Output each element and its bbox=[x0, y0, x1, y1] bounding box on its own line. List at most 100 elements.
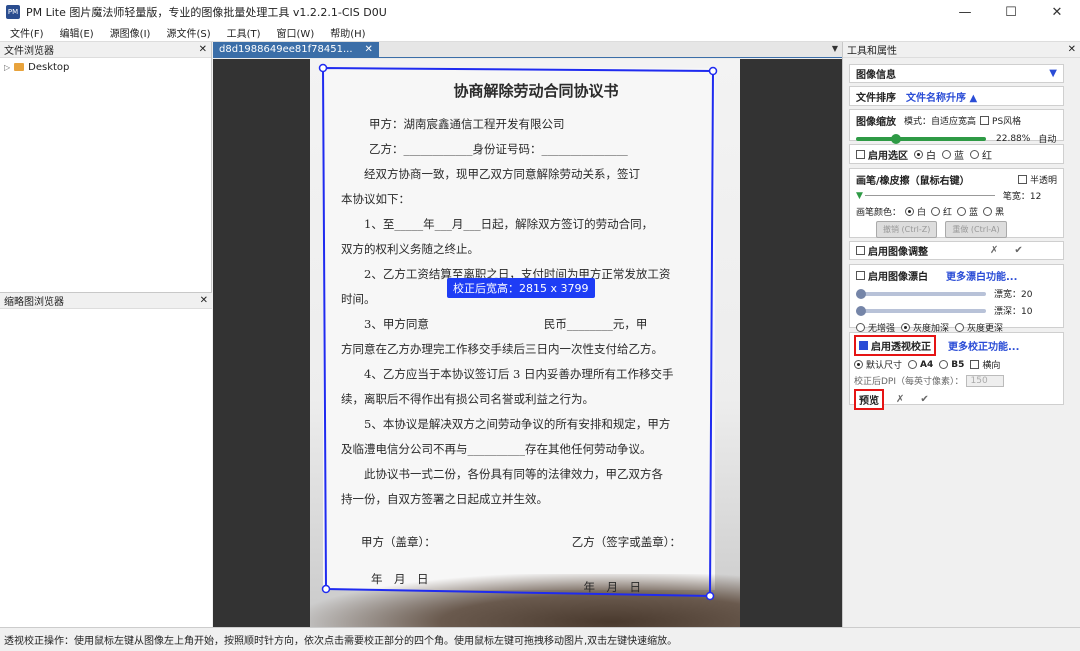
tab-menu-icon[interactable]: ▼ bbox=[832, 44, 838, 53]
brush-white-label: 白 bbox=[917, 208, 927, 218]
semi-transparent-label: 半透明 bbox=[1029, 176, 1057, 186]
menu-source-image[interactable]: 源图像(I) bbox=[110, 25, 151, 40]
enable-adjust-checkbox[interactable] bbox=[856, 246, 865, 255]
app-logo-icon: PM bbox=[6, 5, 20, 19]
adjust-cancel-icon[interactable]: ✗ bbox=[990, 245, 998, 256]
selection-blue-radio[interactable] bbox=[942, 149, 951, 159]
enable-whiten-checkbox[interactable] bbox=[856, 271, 865, 280]
ps-style-checkbox[interactable] bbox=[980, 116, 990, 125]
thumbnail-browser-close-icon[interactable]: ✕ bbox=[200, 295, 208, 306]
zoom-mode[interactable]: 模式：自适应宽高 bbox=[904, 114, 976, 127]
dpi-input[interactable]: 150 bbox=[965, 374, 1004, 387]
more-correction-link[interactable]: 更多校正功能... bbox=[948, 338, 1019, 353]
tools-panel: 工具和属性 ✕ 图像信息 ▼ 文件排序 文件名称升序 ▲ 图像缩放 模式：自适应… bbox=[842, 42, 1080, 627]
status-bar: 透视校正操作：使用鼠标左键从图像左上角开始，按照顺时针方向，依次点击需要校正部分… bbox=[0, 627, 1080, 651]
sort-dropdown[interactable]: 文件名称升序 ▲ bbox=[906, 89, 977, 104]
enable-perspective-label: 启用透视校正 bbox=[871, 342, 931, 353]
undo-button[interactable]: 撤销 (Ctrl-Z) bbox=[876, 221, 938, 238]
corner-handle-top-left bbox=[318, 63, 328, 73]
selection-red-label: 红 bbox=[982, 150, 992, 162]
image-info-label: 图像信息 bbox=[856, 70, 896, 81]
corner-handle-bottom-right bbox=[705, 591, 715, 601]
landscape-checkbox[interactable] bbox=[970, 360, 980, 369]
minimize-button[interactable]: — bbox=[942, 0, 988, 24]
image-canvas[interactable]: 协商解除劳动合同协议书 甲方：湖南宸鑫通信工程开发有限公司 乙方：_______… bbox=[213, 59, 842, 627]
corrected-size-label: 校正后宽高：2815 x 3799 bbox=[447, 278, 595, 298]
menu-file[interactable]: 文件(F) bbox=[10, 25, 44, 40]
image-tab-label: d8d1988649ee81f78451... bbox=[219, 44, 353, 55]
default-size-radio[interactable] bbox=[854, 360, 863, 369]
image-tab-bar: d8d1988649ee81f78451... ✕ ▼ bbox=[213, 42, 842, 58]
whiten-width-knob[interactable] bbox=[856, 288, 866, 299]
perspective-cancel-icon[interactable]: ✗ bbox=[896, 394, 904, 405]
menu-source-file[interactable]: 源文件(S) bbox=[166, 25, 210, 40]
brush-black-radio[interactable] bbox=[983, 207, 993, 216]
brush-black-label: 黑 bbox=[995, 208, 1005, 218]
b5-radio[interactable] bbox=[939, 360, 949, 369]
perspective-selection[interactable] bbox=[213, 59, 842, 627]
brush-blue-label: 蓝 bbox=[969, 208, 979, 218]
maximize-button[interactable]: ☐ bbox=[988, 0, 1034, 24]
window-title: PM Lite 图片魔法师轻量版，专业的图像批量处理工具 v1.2.2.1-CI… bbox=[26, 6, 387, 19]
redo-button[interactable]: 重做 (Ctrl-A) bbox=[945, 221, 1007, 238]
title-bar: PM PM Lite 图片魔法师轻量版，专业的图像批量处理工具 v1.2.2.1… bbox=[0, 0, 1080, 24]
close-window-button[interactable]: ✕ bbox=[1034, 0, 1080, 24]
tools-panel-close-icon[interactable]: ✕ bbox=[1068, 44, 1076, 55]
no-enhance-radio[interactable] bbox=[856, 323, 865, 332]
brush-label: 画笔/橡皮擦（鼠标右键） bbox=[856, 176, 970, 187]
a4-radio[interactable] bbox=[908, 360, 918, 369]
brush-blue-radio[interactable] bbox=[957, 207, 967, 216]
file-browser-close-icon[interactable]: ✕ bbox=[199, 44, 207, 55]
selection-white-label: 白 bbox=[926, 150, 936, 162]
adjust-ok-icon[interactable]: ✔ bbox=[1014, 245, 1022, 256]
brush-width-marker-icon[interactable]: ▼ bbox=[856, 191, 863, 201]
brush-red-radio[interactable] bbox=[931, 207, 941, 216]
tab-close-icon[interactable]: ✕ bbox=[365, 44, 373, 55]
enable-perspective-checkbox[interactable] bbox=[859, 341, 868, 350]
tree-item-label: Desktop bbox=[28, 61, 70, 73]
menu-bar: 文件(F) 编辑(E) 源图像(I) 源文件(S) 工具(T) 窗口(W) 帮助… bbox=[0, 24, 1080, 42]
ps-style-label: PS风格 bbox=[992, 117, 1022, 127]
whiten-width-slider[interactable] bbox=[856, 288, 986, 299]
image-info-section[interactable]: 图像信息 ▼ bbox=[849, 64, 1064, 83]
brush-section: 画笔/橡皮擦（鼠标右键） 半透明 ▼ 笔宽：12 画笔颜色： 白 红 蓝 黑 撤… bbox=[849, 168, 1064, 238]
brush-red-label: 红 bbox=[943, 208, 953, 218]
corner-handle-top-right bbox=[708, 66, 718, 76]
expand-down-icon[interactable]: ▼ bbox=[1049, 68, 1057, 79]
thumbnail-browser-title: 缩略图浏览器 bbox=[4, 297, 64, 308]
zoom-slider-knob[interactable] bbox=[891, 133, 901, 144]
enable-adjust-label: 启用图像调整 bbox=[868, 247, 928, 258]
menu-edit[interactable]: 编辑(E) bbox=[60, 25, 94, 40]
selection-white-radio[interactable] bbox=[914, 149, 923, 159]
enable-selection-checkbox[interactable] bbox=[856, 149, 865, 159]
enable-perspective-toggle[interactable]: 启用透视校正 bbox=[854, 335, 936, 356]
perspective-section: 启用透视校正 更多校正功能... 默认尺寸 A4 B5 横向 校正后DPI（每英… bbox=[849, 332, 1064, 410]
semi-transparent-checkbox[interactable] bbox=[1017, 175, 1027, 184]
brush-width-slider[interactable] bbox=[864, 195, 995, 196]
whiten-depth-slider[interactable] bbox=[856, 305, 986, 316]
file-browser-title: 文件浏览器 bbox=[4, 46, 54, 57]
a4-label: A4 bbox=[920, 359, 934, 370]
image-workspace: d8d1988649ee81f78451... ✕ ▼ 协商解除劳动合同协议书 … bbox=[213, 42, 842, 627]
tree-item-desktop[interactable]: ▷ Desktop bbox=[0, 58, 211, 76]
whiten-section: 启用图像漂白 更多漂白功能... 漂宽：20 漂深：10 无增强 灰度加深 灰度… bbox=[849, 264, 1064, 334]
gray-deeper-radio[interactable] bbox=[955, 323, 965, 332]
b5-label: B5 bbox=[951, 359, 965, 370]
preview-button[interactable]: 预览 bbox=[854, 389, 884, 410]
brush-white-radio[interactable] bbox=[905, 207, 915, 216]
more-whiten-link[interactable]: 更多漂白功能... bbox=[946, 268, 1017, 283]
image-tab[interactable]: d8d1988649ee81f78451... ✕ bbox=[213, 42, 379, 57]
folder-icon bbox=[14, 63, 25, 71]
gray-deepen-radio[interactable] bbox=[901, 323, 911, 332]
perspective-ok-icon[interactable]: ✔ bbox=[920, 394, 928, 405]
whiten-depth-knob[interactable] bbox=[856, 305, 866, 316]
menu-tools[interactable]: 工具(T) bbox=[227, 25, 261, 40]
menu-window[interactable]: 窗口(W) bbox=[277, 25, 315, 40]
landscape-label: 横向 bbox=[982, 361, 1001, 371]
expand-arrow-icon[interactable]: ▷ bbox=[4, 63, 10, 72]
menu-help[interactable]: 帮助(H) bbox=[330, 25, 365, 40]
selection-red-radio[interactable] bbox=[970, 149, 979, 159]
zoom-slider[interactable] bbox=[856, 133, 986, 144]
thumbnail-browser-header: 缩略图浏览器 ✕ bbox=[0, 293, 212, 309]
whiten-width-label: 漂宽：20 bbox=[994, 290, 1033, 300]
